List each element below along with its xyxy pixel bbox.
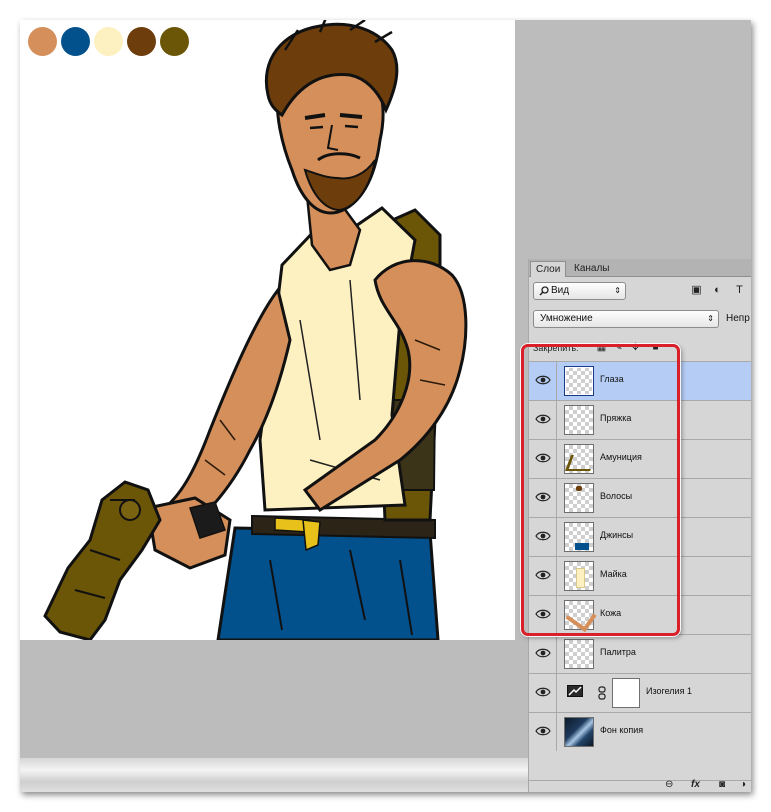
eye-icon[interactable] xyxy=(535,725,551,737)
layer-name: Пряжка xyxy=(600,413,632,423)
layer-thumbnail xyxy=(564,717,594,747)
eye-icon[interactable] xyxy=(535,647,551,659)
filter-adjustment-icon[interactable]: ◐ xyxy=(711,284,724,297)
layer-thumbnail xyxy=(564,405,594,435)
eye-icon[interactable] xyxy=(535,530,551,542)
layers-panel-footer: ⊖ fx ◙ ◑ xyxy=(529,778,751,792)
eye-divider xyxy=(556,557,557,595)
eye-divider xyxy=(556,440,557,478)
layer-thumbnail xyxy=(564,561,594,591)
eye-divider xyxy=(556,479,557,517)
layer-thumbnail xyxy=(564,444,596,474)
eye-icon[interactable] xyxy=(535,491,551,503)
layers-panel: Слои Каналы Вид ⇕ ▣ ◐ T Умножение ⇕ Непр… xyxy=(528,259,751,792)
panel-tab-bar: Слои Каналы xyxy=(529,259,751,277)
adjustment-icon[interactable]: ◑ xyxy=(740,778,746,792)
layer-name: Майка xyxy=(600,569,627,579)
eye-divider xyxy=(556,596,557,634)
layer-name: Палитра xyxy=(600,647,636,657)
eye-divider xyxy=(556,674,557,712)
layer-thumbnail xyxy=(564,522,594,552)
lock-row: Закрепить: ▦ ✎ ✥ ■ xyxy=(533,341,751,357)
layer-row[interactable]: Волосы xyxy=(529,478,751,517)
eye-divider xyxy=(556,713,557,751)
link-icon[interactable]: ⊖ xyxy=(665,778,673,792)
eye-icon[interactable] xyxy=(535,686,551,698)
layer-name: Глаза xyxy=(600,374,624,384)
eye-divider xyxy=(556,635,557,673)
filter-pixel-icon[interactable]: ▣ xyxy=(690,284,703,297)
lock-move-icon[interactable]: ✥ xyxy=(630,342,641,353)
layer-row[interactable]: Майка xyxy=(529,556,751,595)
layer-row[interactable]: Палитра xyxy=(529,634,751,673)
layer-thumbnail xyxy=(564,366,594,396)
eye-divider xyxy=(556,518,557,556)
tab-channels[interactable]: Каналы xyxy=(569,261,615,276)
layer-filter-dropdown[interactable]: Вид ⇕ xyxy=(533,282,626,300)
layer-row[interactable]: Кожа xyxy=(529,595,751,634)
search-icon xyxy=(539,286,549,296)
layer-thumbnail xyxy=(564,639,594,669)
layer-name: Кожа xyxy=(600,608,622,618)
blend-mode-select[interactable]: Умножение ⇕ xyxy=(533,310,719,328)
document-canvas[interactable] xyxy=(20,20,515,640)
lock-all-icon[interactable]: ■ xyxy=(650,342,661,353)
chevron-updown-icon: ⇕ xyxy=(707,314,714,323)
blend-mode-value: Умножение xyxy=(540,313,593,324)
layer-thumbnail xyxy=(564,600,597,633)
layer-name: Изогелия 1 xyxy=(646,686,692,696)
threshold-adjustment-icon xyxy=(567,685,583,697)
layer-name: Фон копия xyxy=(600,725,644,735)
filter-type-icon[interactable]: T xyxy=(733,284,746,297)
chevron-updown-icon: ⇕ xyxy=(614,286,621,295)
layer-row[interactable]: Фон копия xyxy=(529,712,751,751)
layer-name: Джинсы xyxy=(600,530,634,540)
layer-row[interactable]: Изогелия 1 xyxy=(529,673,751,712)
fx-icon[interactable]: fx xyxy=(691,778,700,792)
eye-divider xyxy=(556,401,557,439)
lock-transparency-icon[interactable]: ▦ xyxy=(596,342,607,353)
comic-figure-illustration xyxy=(43,20,468,640)
layer-thumbnail xyxy=(564,483,594,513)
layer-row[interactable]: Глаза xyxy=(529,361,751,400)
tab-layers[interactable]: Слои xyxy=(530,261,567,277)
layer-mask-thumbnail[interactable] xyxy=(612,678,640,708)
layer-filter-label: Вид xyxy=(551,285,570,296)
mask-icon[interactable]: ◙ xyxy=(719,778,725,792)
layer-name: Амуниция xyxy=(600,452,642,462)
photoshop-window: Слои Каналы Вид ⇕ ▣ ◐ T Умножение ⇕ Непр… xyxy=(20,20,751,792)
eye-divider xyxy=(556,362,557,400)
opacity-label: Непр xyxy=(726,313,750,324)
eye-icon[interactable] xyxy=(535,608,551,620)
layer-row[interactable]: Амуниция xyxy=(529,439,751,478)
lock-label: Закрепить: xyxy=(533,343,579,353)
layer-row[interactable]: Пряжка xyxy=(529,400,751,439)
eye-icon[interactable] xyxy=(535,452,551,464)
eye-icon[interactable] xyxy=(535,569,551,581)
eye-icon[interactable] xyxy=(535,374,551,386)
lock-brush-icon[interactable]: ✎ xyxy=(613,342,624,353)
eye-icon[interactable] xyxy=(535,413,551,425)
layer-row[interactable]: Джинсы xyxy=(529,517,751,556)
layer-name: Волосы xyxy=(600,491,633,501)
chain-link-icon[interactable] xyxy=(598,686,606,700)
